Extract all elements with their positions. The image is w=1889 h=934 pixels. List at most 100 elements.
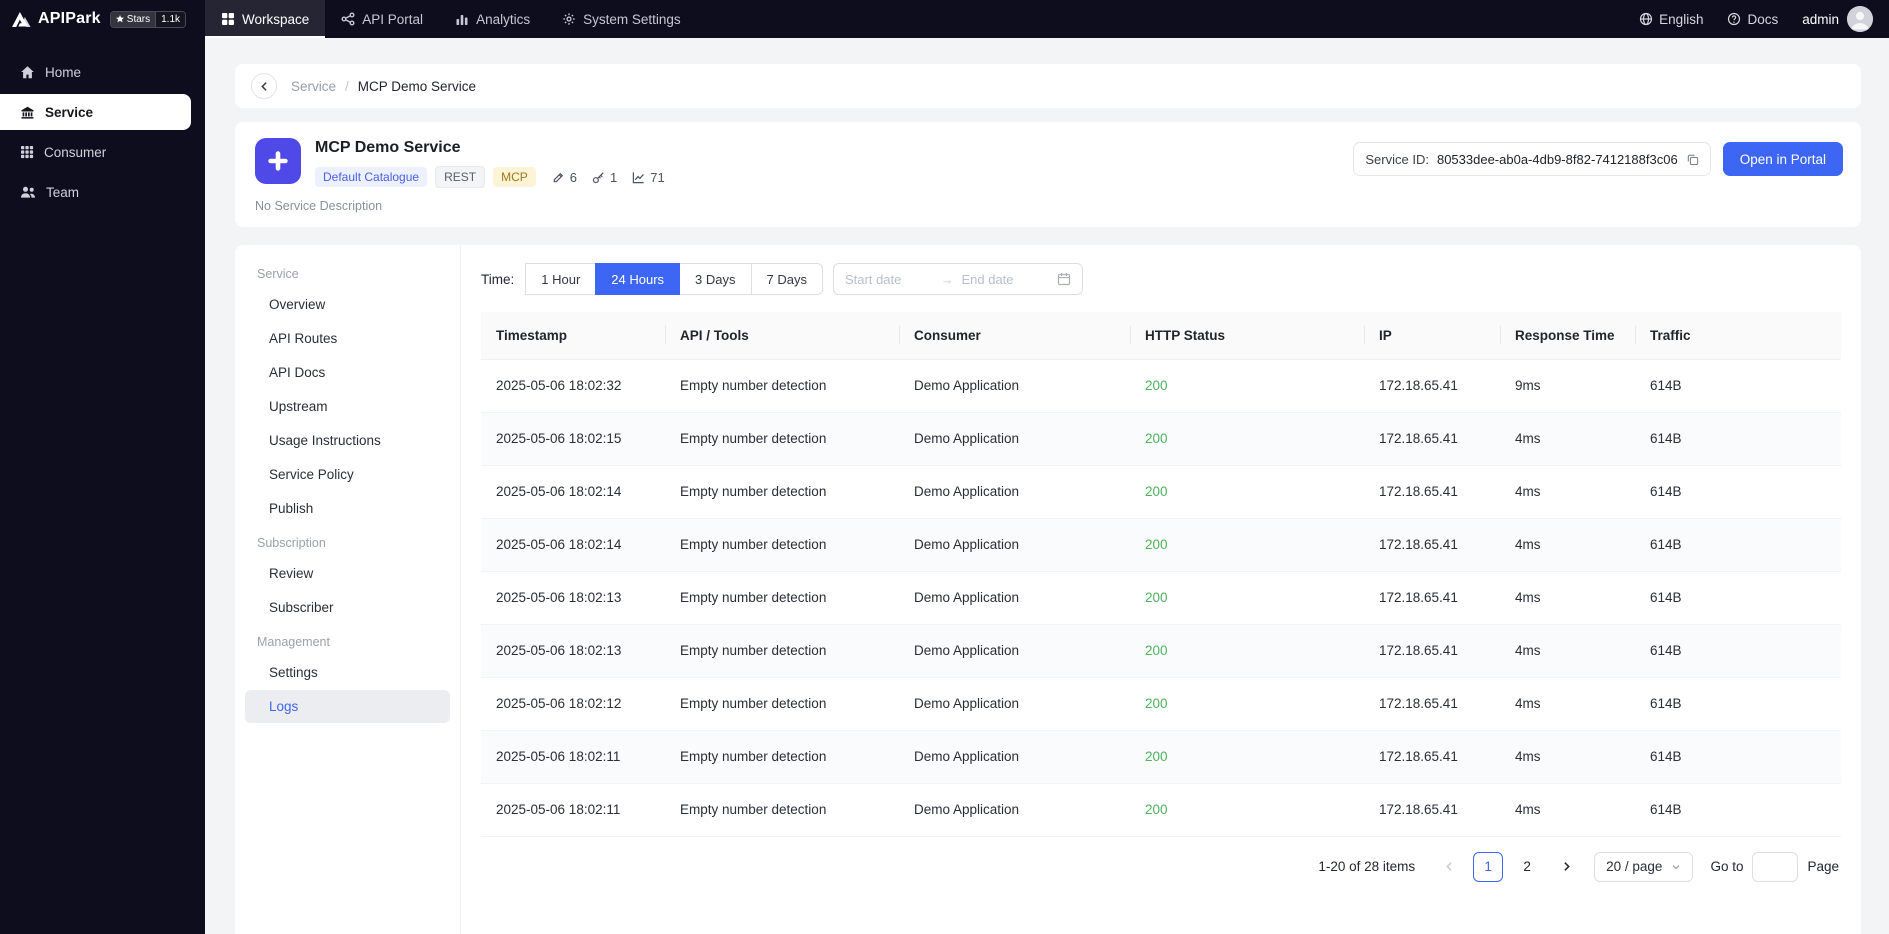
page-label: Page <box>1807 859 1839 874</box>
cell-consumer: Demo Application <box>899 518 1130 572</box>
inner-nav-item[interactable]: Overview <box>245 288 450 321</box>
time-range-button[interactable]: 3 Days <box>679 263 752 295</box>
cell-timestamp: 2025-05-06 18:02:11 <box>481 730 665 784</box>
start-date-placeholder: Start date <box>844 271 902 287</box>
service-stats: 6 1 71 <box>552 170 665 185</box>
cell-http-status: 200 <box>1130 783 1364 837</box>
cell-ip: 172.18.65.41 <box>1364 624 1500 678</box>
page-number-button[interactable]: 2 <box>1512 852 1542 882</box>
table-row: 2025-05-06 18:02:13 Empty number detecti… <box>481 571 1841 625</box>
apipark-logo-icon <box>12 11 31 28</box>
time-range-button[interactable]: 7 Days <box>750 263 823 295</box>
next-page-button[interactable] <box>1551 852 1581 882</box>
inner-nav-item[interactable]: Upstream <box>245 390 450 423</box>
cell-http-status: 200 <box>1130 624 1364 678</box>
cell-api-tools: Empty number detection <box>665 783 899 837</box>
inner-nav-item[interactable]: Review <box>245 557 450 590</box>
cell-timestamp: 2025-05-06 18:02:11 <box>481 783 665 837</box>
call-count: 71 <box>632 170 665 185</box>
inner-nav-section-management: Management <box>257 635 330 649</box>
breadcrumb: Service / MCP Demo Service <box>235 64 1861 108</box>
cell-response-time: 4ms <box>1500 783 1635 837</box>
page-number-list: 12 <box>1473 851 1542 882</box>
cell-http-status: 200 <box>1130 518 1364 572</box>
inner-nav-item[interactable]: API Routes <box>245 322 450 355</box>
language-selector[interactable]: English <box>1639 12 1703 27</box>
open-in-portal-button[interactable]: Open in Portal <box>1722 142 1843 176</box>
inner-nav-item[interactable]: API Docs <box>245 356 450 389</box>
breadcrumb-parent[interactable]: Service <box>291 79 336 94</box>
cell-timestamp: 2025-05-06 18:02:14 <box>481 518 665 572</box>
inner-nav-item[interactable]: Service Policy <box>245 458 450 491</box>
tab-analytics[interactable]: Analytics <box>439 0 546 38</box>
cell-ip: 172.18.65.41 <box>1364 465 1500 519</box>
cell-consumer: Demo Application <box>899 359 1130 413</box>
cell-consumer: Demo Application <box>899 465 1130 519</box>
pagination-total: 1-20 of 28 items <box>1318 859 1416 874</box>
star-icon <box>115 15 124 23</box>
api-count-value: 6 <box>569 169 577 185</box>
inner-nav-item[interactable]: Subscriber <box>245 591 450 624</box>
sidebar-item-consumer[interactable]: Consumer <box>0 134 191 170</box>
log-table: Timestamp API / Tools Consumer HTTP Stat… <box>481 312 1841 837</box>
service-id-box: Service ID: 80533dee-ab0a-4db9-8f82-7412… <box>1353 142 1711 176</box>
key-icon <box>592 171 605 184</box>
page-size-select[interactable]: 20 / page <box>1594 851 1694 882</box>
cell-response-time: 4ms <box>1500 624 1635 678</box>
time-range-group: 1 Hour 24 Hours 3 Days 7 Days <box>525 263 823 295</box>
inner-nav-item[interactable]: Publish <box>245 492 450 525</box>
sidebar-item-label: Consumer <box>44 144 107 160</box>
avatar <box>1847 6 1873 32</box>
breadcrumb-current: MCP Demo Service <box>357 78 477 94</box>
cell-http-status: 200 <box>1130 730 1364 784</box>
logs-content: Time: 1 Hour 24 Hours 3 Days 7 Days Start d… <box>461 245 1861 934</box>
inner-nav-item[interactable]: Logs <box>245 690 450 723</box>
page-number-button[interactable]: 1 <box>1473 851 1504 882</box>
col-consumer: Consumer <box>899 312 1130 360</box>
cell-response-time: 4ms <box>1500 571 1635 625</box>
prev-page-button[interactable] <box>1434 852 1464 882</box>
sidebar-item-label: Home <box>45 64 82 80</box>
cell-api-tools: Empty number detection <box>665 412 899 466</box>
cell-ip: 172.18.65.41 <box>1364 677 1500 731</box>
table-header-row: Timestamp API / Tools Consumer HTTP Stat… <box>481 312 1841 360</box>
service-title: MCP Demo Service <box>315 139 461 156</box>
cell-traffic: 614B <box>1635 518 1841 572</box>
date-range-picker[interactable]: Start date → End date <box>832 263 1083 295</box>
cell-timestamp: 2025-05-06 18:02:32 <box>481 359 665 413</box>
top-navbar: APIPark Stars 1.1k Workspace API Portal <box>0 0 1889 38</box>
goto-label: Go to <box>1710 859 1744 874</box>
service-icon <box>20 105 35 120</box>
sidebar-item-team[interactable]: Team <box>0 174 191 210</box>
cell-ip: 172.18.65.41 <box>1364 359 1500 413</box>
cell-api-tools: Empty number detection <box>665 465 899 519</box>
stars-label: Stars <box>126 13 151 25</box>
time-range-button[interactable]: 24 Hours <box>595 263 681 295</box>
sidebar-item-service[interactable]: Service <box>0 94 191 130</box>
copy-icon[interactable] <box>1686 153 1699 166</box>
tab-workspace[interactable]: Workspace <box>205 0 326 38</box>
brand: APIPark Stars 1.1k <box>0 0 205 38</box>
cell-traffic: 614B <box>1635 465 1841 519</box>
goto-page-input[interactable] <box>1752 851 1799 882</box>
cell-ip: 172.18.65.41 <box>1364 518 1500 572</box>
table-row: 2025-05-06 18:02:14 Empty number detecti… <box>481 465 1841 519</box>
inner-nav-item[interactable]: Usage Instructions <box>245 424 450 457</box>
cell-api-tools: Empty number detection <box>665 624 899 678</box>
time-range-button[interactable]: 1 Hour <box>525 263 597 295</box>
tab-system-settings[interactable]: System Settings <box>546 0 697 38</box>
brand-name: APIPark <box>38 10 101 27</box>
cell-timestamp: 2025-05-06 18:02:15 <box>481 412 665 466</box>
sidebar-item-home[interactable]: Home <box>0 54 191 90</box>
docs-link[interactable]: Docs <box>1727 12 1778 27</box>
table-row: 2025-05-06 18:02:14 Empty number detecti… <box>481 518 1841 572</box>
inner-nav-item[interactable]: Settings <box>245 656 450 689</box>
tab-api-portal[interactable]: API Portal <box>325 0 439 38</box>
back-button[interactable] <box>251 73 277 99</box>
user-menu[interactable]: admin <box>1802 6 1873 32</box>
breadcrumb-separator: / <box>345 78 349 94</box>
tab-label: System Settings <box>583 11 681 27</box>
github-stars-badge[interactable]: Stars 1.1k <box>109 10 187 28</box>
subscriber-count-value: 1 <box>610 169 618 185</box>
cell-traffic: 614B <box>1635 783 1841 837</box>
